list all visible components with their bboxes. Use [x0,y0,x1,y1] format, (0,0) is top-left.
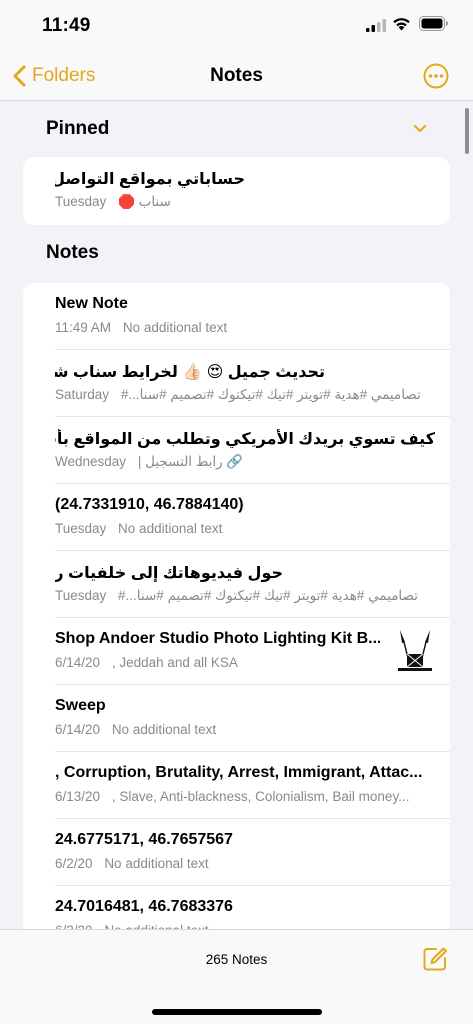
note-meta: Tuesday سناب 🛑 [55,194,440,210]
note-date: Tuesday [55,588,107,603]
notes-list-card: New Note 11:49 AM No additional text تحد… [23,283,450,983]
note-snippet: , Slave, Anti-blackness, Colonialism, Ba… [111,789,410,804]
note-date: Tuesday [55,521,107,536]
status-bar: 11:49 [0,0,473,52]
note-row[interactable]: (24.7331910, 46.7884140) Tuesday No addi… [23,484,450,551]
note-date: 6/14/20 [55,655,101,670]
note-row[interactable]: تحديث جميل 😍 👍🏻 لخرايط سناب شات Saturday… [23,350,450,417]
bottom-toolbar: 265 Notes [0,929,473,1024]
note-count: 265 Notes [205,952,268,967]
note-snippet: تصاميمي #هدية #تويتر #تيك #تيكتوك #تصميم… [118,588,419,603]
wifi-icon [393,18,410,31]
note-date: 6/13/20 [55,789,101,804]
cellular-signal-icon [366,19,386,32]
note-snippet: 🔗 رابط التسجيل | [137,454,244,469]
note-row[interactable]: New Note 11:49 AM No additional text [23,283,450,350]
note-date: 6/14/20 [55,722,101,737]
note-row[interactable]: كيف تسوي بريدك الأمريكي وتطلب من المواقع… [23,417,450,484]
note-title: New Note [55,295,128,312]
note-date: Wednesday [55,454,127,469]
note-meta: Saturday تصاميمي #هدية #تويتر #تيك #تيكت… [55,387,440,403]
pinned-section-header: Pinned [46,118,110,139]
note-meta: 11:49 AM No additional text [55,320,440,335]
note-row[interactable]: حول فيديوهاتك إلى خلفيات رهيبة Tuesday ت… [23,551,450,618]
ellipsis-circle-icon[interactable] [423,63,449,89]
note-row[interactable]: Sweep 6/14/20 No additional text [23,685,450,752]
status-time: 11:49 [42,15,91,36]
note-date: Tuesday [55,194,107,209]
note-meta: Wednesday 🔗 رابط التسجيل | [55,454,440,470]
note-row[interactable]: , Corruption, Brutality, Arrest, Immigra… [23,752,450,819]
note-title: حول فيديوهاتك إلى خلفيات رهيبة [55,565,283,582]
note-date: 6/2/20 [55,856,93,871]
notes-section-header: Notes [46,242,99,263]
scroll-indicator[interactable] [465,108,469,154]
note-date: 11:49 AM [55,320,112,335]
note-meta: Tuesday No additional text [55,521,440,536]
note-snippet: No additional text [118,521,223,536]
note-meta: 6/2/20 No additional text [55,856,440,871]
note-title: , Corruption, Brutality, Arrest, Immigra… [55,764,423,781]
note-row[interactable]: 24.6775171, 46.7657567 6/2/20 No additio… [23,819,450,886]
note-title: Shop Andoer Studio Photo Lighting Kit B.… [55,630,380,647]
note-title: تحديث جميل 😍 👍🏻 لخرايط سناب شات [55,364,325,381]
home-indicator[interactable] [152,1009,322,1015]
compose-icon[interactable] [422,946,448,972]
note-title: Sweep [55,697,106,714]
note-title: 24.6775171, 46.7657567 [55,831,233,848]
note-snippet: No additional text [104,856,209,871]
note-title: 24.7016481, 46.7683376 [55,898,233,915]
note-snippet: , Jeddah and all KSA [111,655,238,670]
note-date: Saturday [55,387,110,402]
note-meta: 6/13/20 , Slave, Anti-blackness, Colonia… [55,789,440,804]
note-row[interactable]: Shop Andoer Studio Photo Lighting Kit B.… [23,618,450,685]
chevron-down-icon[interactable] [413,124,427,134]
pinned-notes-card: حساباتي بمواقع التواصل: Tuesday سناب 🛑 [23,157,450,225]
note-meta: 6/14/20 , Jeddah and all KSA [55,655,380,670]
battery-icon [419,16,448,31]
note-snippet: تصاميمي #هدية #تويتر #تيك #تيكتوك #تصميم… [120,387,421,402]
note-meta: Tuesday تصاميمي #هدية #تويتر #تيك #تيكتو… [55,588,440,604]
note-snippet: No additional text [111,722,217,737]
page-title: Notes [210,65,263,86]
lighting-kit-thumbnail-image [390,626,440,676]
note-title: (24.7331910, 46.7884140) [55,496,244,513]
navigation-bar: Folders Notes [0,52,473,101]
note-title: كيف تسوي بريدك الأمريكي وتطلب من المواقع… [55,431,435,448]
note-meta: 6/14/20 No additional text [55,722,440,737]
notes-screen: 11:49 Folders Notes Pinned حساباتي بمواق… [0,0,473,1024]
pinned-note-row[interactable]: حساباتي بمواقع التواصل: Tuesday سناب 🛑 [23,157,450,224]
note-title: حساباتي بمواقع التواصل: [55,171,245,188]
note-snippet: سناب 🛑 [118,194,171,209]
note-snippet: No additional text [122,320,228,335]
